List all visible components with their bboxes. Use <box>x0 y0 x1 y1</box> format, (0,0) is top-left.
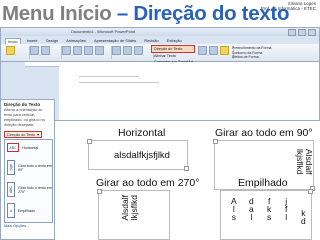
option-rotate-90[interactable]: ABC Girar todo o texto em 90° <box>7 160 52 175</box>
slide-canvas <box>59 66 319 120</box>
ribbon-group-font <box>59 46 112 59</box>
align-left-icon[interactable] <box>134 46 143 55</box>
stacked-column-4: jfl <box>285 196 288 222</box>
shape-format-list: Preenchimento da Forma Contorno da Forma… <box>232 46 272 60</box>
rotate-270-sample: Alsdalf lkjsflkd <box>120 195 139 221</box>
text-direction-menu: ABC Horizontal ABC Girar todo o texto em… <box>4 139 53 223</box>
panel-title: Direção do Texto <box>4 102 41 107</box>
tab-animacoes[interactable]: Animações <box>64 38 88 43</box>
text-direction-dropdown[interactable]: Direção do Texto ▾ <box>4 131 42 138</box>
paste-icon[interactable] <box>6 46 15 55</box>
panel-description: Alterar a orientação do texto para verti… <box>4 108 45 127</box>
font-color-icon[interactable] <box>95 46 104 55</box>
rotate-90-line1: Alsdalf <box>304 149 314 175</box>
option-label: Horizontal <box>22 145 39 150</box>
stacked-column-5: kd <box>301 208 306 226</box>
text-direction-panel: Direção do Texto Alterar a orientação do… <box>0 99 55 240</box>
caption-horizontal: Horizontal <box>118 127 166 139</box>
example-rotate-270-textbox: Alsdalf lkjsflkd <box>97 189 170 240</box>
tab-exibicao[interactable]: Exibição <box>165 38 184 43</box>
option-horizontal[interactable]: ABC Horizontal <box>7 143 38 152</box>
rotate-270-icon: ABC <box>7 182 15 197</box>
maximize-icon[interactable] <box>298 29 306 36</box>
stacked-column-1: Als <box>231 196 237 222</box>
tab-revisao[interactable]: Revisão <box>142 38 160 43</box>
arrange-icon[interactable] <box>209 46 218 55</box>
option-label: Girar todo o texto em 270° <box>18 185 52 194</box>
new-slide-icon[interactable] <box>30 46 39 55</box>
underline-icon[interactable] <box>84 46 93 55</box>
resize-handle-icon[interactable] <box>213 139 218 144</box>
rotate-90-line2: lkjsflkd <box>295 149 305 175</box>
caption-rotate-90: Girar ao todo em 90° <box>215 127 313 139</box>
example-stacked-textbox: Als dal fks jfl kd <box>220 189 313 240</box>
numbering-icon[interactable] <box>123 46 132 55</box>
layout-icon[interactable] <box>41 46 50 55</box>
rotate-90-sample: Alsdalf lkjsflkd <box>295 149 314 175</box>
caption-rotate-270: Girar ao todo em 270° <box>96 177 200 189</box>
resize-handle-icon[interactable] <box>97 189 102 194</box>
option-rotate-270[interactable]: ABC Girar todo o texto em 270° <box>7 182 52 197</box>
tab-inicio[interactable]: Início <box>5 37 21 44</box>
ribbon-group-slides <box>27 46 62 59</box>
example-horizontal-textbox: alsdalfkjsfjlkd <box>87 139 189 171</box>
slide-title-part1: Menu Início <box>2 2 112 25</box>
close-icon[interactable] <box>308 29 316 36</box>
resize-handle-icon[interactable] <box>87 139 92 144</box>
resize-handle-icon[interactable] <box>184 166 189 171</box>
shape-fill-item[interactable]: Preenchimento da Forma <box>232 46 272 51</box>
horizontal-sample-text: alsdalfkjsfjlkd <box>114 150 170 161</box>
shape-effects-item[interactable]: Efeitos de Forma <box>232 55 272 60</box>
more-options-link[interactable]: Mais Opções... <box>4 224 29 228</box>
rotate-270-line2: lkjsflkd <box>129 195 139 221</box>
rotate-90-icon: ABC <box>7 160 15 175</box>
window-titlebar: Documento1 - Microsoft PowerPoint <box>1 28 319 36</box>
bold-icon[interactable] <box>62 46 71 55</box>
tab-apresentacao[interactable]: Apresentação de Slides <box>92 38 138 43</box>
option-label: Empilhado <box>18 208 35 213</box>
chevron-down-icon: ▾ <box>37 133 39 137</box>
stacked-text-icon: A <box>7 203 15 218</box>
tab-design[interactable]: Design <box>44 38 60 43</box>
dropdown-label: Direção do Texto <box>7 133 36 137</box>
option-stacked[interactable]: A Empilhado <box>7 203 35 218</box>
resize-handle-icon[interactable] <box>308 189 313 194</box>
quick-styles-icon[interactable] <box>220 46 229 55</box>
stacked-column-2: dal <box>249 196 254 222</box>
ribbon-group-paragraph <box>109 46 154 59</box>
ribbon-tabs: Início Inserir Design Animações Apresent… <box>1 37 319 44</box>
slide-placeholder-lines <box>79 76 159 88</box>
ribbon-group-clipboard <box>3 46 30 59</box>
slide-title: Menu Início – Direção do texto <box>2 2 289 26</box>
italic-icon[interactable] <box>73 46 82 55</box>
window-controls <box>288 29 316 36</box>
minimize-icon[interactable] <box>288 29 296 36</box>
option-label: Girar todo o texto em 90° <box>18 163 52 172</box>
shapes-icon[interactable] <box>198 46 207 55</box>
slide-title-part2: – Direção do texto <box>111 2 290 25</box>
caption-stacked: Empilhado <box>238 177 288 189</box>
stacked-column-3: fks <box>267 196 272 222</box>
horizontal-text-icon: ABC <box>7 143 19 152</box>
tab-inserir[interactable]: Inserir <box>25 38 40 43</box>
bullets-icon[interactable] <box>112 46 121 55</box>
